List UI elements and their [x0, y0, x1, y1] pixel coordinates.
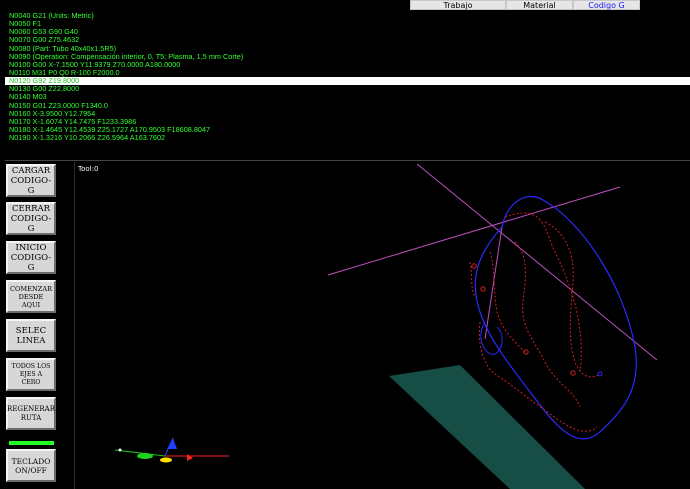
tab-bar: Trabajo Material Codigo G — [0, 0, 690, 11]
guide-line-vertical — [484, 226, 503, 340]
close-gcode-label: CERRAR CODIGO-G — [10, 203, 52, 234]
select-line-label: SELEC LINEA — [15, 325, 47, 346]
gcode-line[interactable]: N0050 F1 — [5, 19, 690, 28]
toolpath-marker-5 — [597, 371, 603, 377]
gcode-line[interactable]: N0110 M31 P0 Q0 R-100 F2000.0 — [5, 68, 690, 77]
toolpath-dotted-4 — [544, 221, 601, 378]
toolpath-dotted-3 — [489, 251, 526, 353]
xyz-axis-gizmo-icon — [114, 437, 229, 463]
tab-trabajo[interactable]: Trabajo — [410, 0, 506, 10]
start-gcode-label: INICIO CODIGO-G — [10, 242, 52, 273]
toolpath-outer-blue — [474, 195, 637, 440]
keyboard-status-indicator — [9, 441, 54, 445]
zero-all-axes-button[interactable]: TODOS LOS EJES A CERO — [6, 358, 56, 391]
tab-codigo-g[interactable]: Codigo G — [573, 0, 640, 10]
toolpath-marker-1 — [471, 263, 477, 269]
gcode-line[interactable]: N0190 X-1.3216 Y10.2066 Z26.5964 A163.76… — [5, 133, 690, 142]
gcode-line[interactable]: N0130 G00 Z22.8000 — [5, 85, 690, 93]
toolpath-viewport[interactable]: Tool:0 — [74, 162, 686, 489]
select-line-button[interactable]: SELEC LINEA — [6, 319, 56, 352]
guide-line-horizontal — [327, 186, 621, 276]
toolpath-scene — [114, 163, 658, 489]
toolpath-dotted-1 — [504, 212, 582, 373]
keyboard-toggle-button[interactable]: TECLADO ON/OFF — [6, 449, 56, 482]
close-gcode-button[interactable]: CERRAR CODIGO-G — [6, 202, 56, 235]
gcode-listing[interactable]: N0040 G21 (Units: Metric) N0050 F1 N0060 G… — [5, 12, 690, 161]
gcode-line-selected[interactable]: N0120 G92 Z19.8000 — [5, 76, 690, 86]
start-gcode-button[interactable]: INICIO CODIGO-G — [6, 241, 56, 274]
gcode-line[interactable]: N0150 G01 Z23.0000 F1340.0 — [5, 101, 690, 110]
gcode-line[interactable]: N0060 G53 G90 G40 — [5, 28, 690, 36]
gcode-line[interactable]: N0040 G21 (Units: Metric) — [5, 12, 690, 20]
toolpath-marker-4 — [570, 370, 576, 376]
load-gcode-button[interactable]: CARGAR CODIGO-G — [6, 164, 56, 197]
zero-all-axes-label: TODOS LOS EJES A CERO — [11, 362, 51, 386]
guide-line-diagonal — [416, 163, 658, 361]
material-plate — [389, 365, 585, 489]
start-from-here-label: COMENZAR DESDE AQUI — [9, 284, 53, 309]
toolpath-marker-2 — [480, 286, 486, 292]
start-from-here-button[interactable]: COMENZAR DESDE AQUI — [6, 280, 56, 313]
regenerate-path-label: REGENERAR RUTA — [7, 404, 55, 422]
sidebar: CARGAR CODIGO-G CERRAR CODIGO-G INICIO C… — [0, 161, 72, 489]
keyboard-toggle-label: TECLADO ON/OFF — [11, 456, 51, 475]
regenerate-path-button[interactable]: REGENERAR RUTA — [6, 397, 56, 430]
tab-material[interactable]: Material — [506, 0, 573, 10]
load-gcode-label: CARGAR CODIGO-G — [10, 165, 52, 196]
